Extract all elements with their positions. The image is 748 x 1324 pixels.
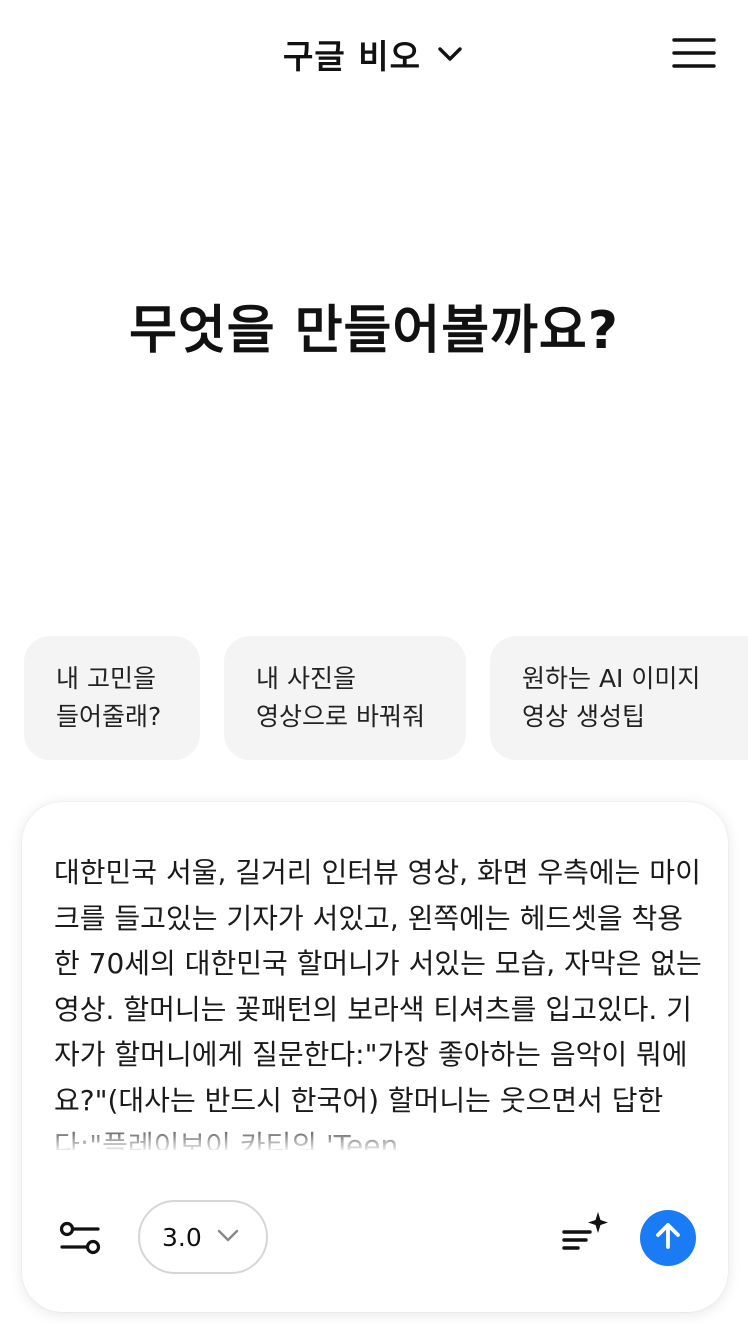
model-version-select[interactable]: 3.0 (138, 1200, 268, 1274)
chip-line: 원하는 AI 이미지 (522, 664, 701, 693)
chip-line: 내 고민을 (56, 664, 156, 693)
suggestion-chip-photo-to-video[interactable]: 내 사진을 영상으로 바꿔줘 (224, 636, 466, 760)
send-button[interactable] (640, 1210, 696, 1266)
suggestion-chip-worry[interactable]: 내 고민을 들어줄래? (24, 636, 200, 760)
sliders-icon[interactable] (58, 1216, 102, 1260)
model-version-label: 3.0 (162, 1222, 202, 1252)
top-bar: 구글 비오 (0, 0, 748, 104)
chip-line: 영상 생성팁 (522, 702, 645, 731)
prompt-composer: 대한민국 서울, 길거리 인터뷰 영상, 화면 우측에는 마이크를 들고있는 기… (22, 802, 728, 1312)
chip-line: 들어줄래? (56, 702, 162, 731)
sparkle-lines-icon[interactable] (560, 1210, 610, 1260)
suggestion-chip-ai-tips[interactable]: 원하는 AI 이미지 영상 생성팁 (490, 636, 748, 760)
arrow-up-icon (653, 1221, 683, 1255)
suggestion-chips: 내 고민을 들어줄래? 내 사진을 영상으로 바꿔줘 원하는 AI 이미지 영상… (24, 636, 748, 760)
chevron-down-icon (216, 1223, 240, 1251)
model-selector[interactable]: 구글 비오 (0, 28, 748, 80)
app-screen: 구글 비오 무엇을 만들어볼까요? 내 고민을 들어줄래? 내 사진을 영상으로… (0, 0, 748, 1324)
hamburger-menu-icon[interactable] (670, 36, 718, 72)
chevron-down-icon (435, 39, 465, 69)
chip-line: 영상으로 바꿔줘 (256, 702, 425, 731)
prompt-input[interactable]: 대한민국 서울, 길거리 인터뷰 영상, 화면 우측에는 마이크를 들고있는 기… (54, 850, 704, 1150)
page-headline: 무엇을 만들어볼까요? (129, 301, 619, 361)
chip-line: 내 사진을 (256, 664, 356, 693)
app-title: 구글 비오 (283, 37, 421, 76)
